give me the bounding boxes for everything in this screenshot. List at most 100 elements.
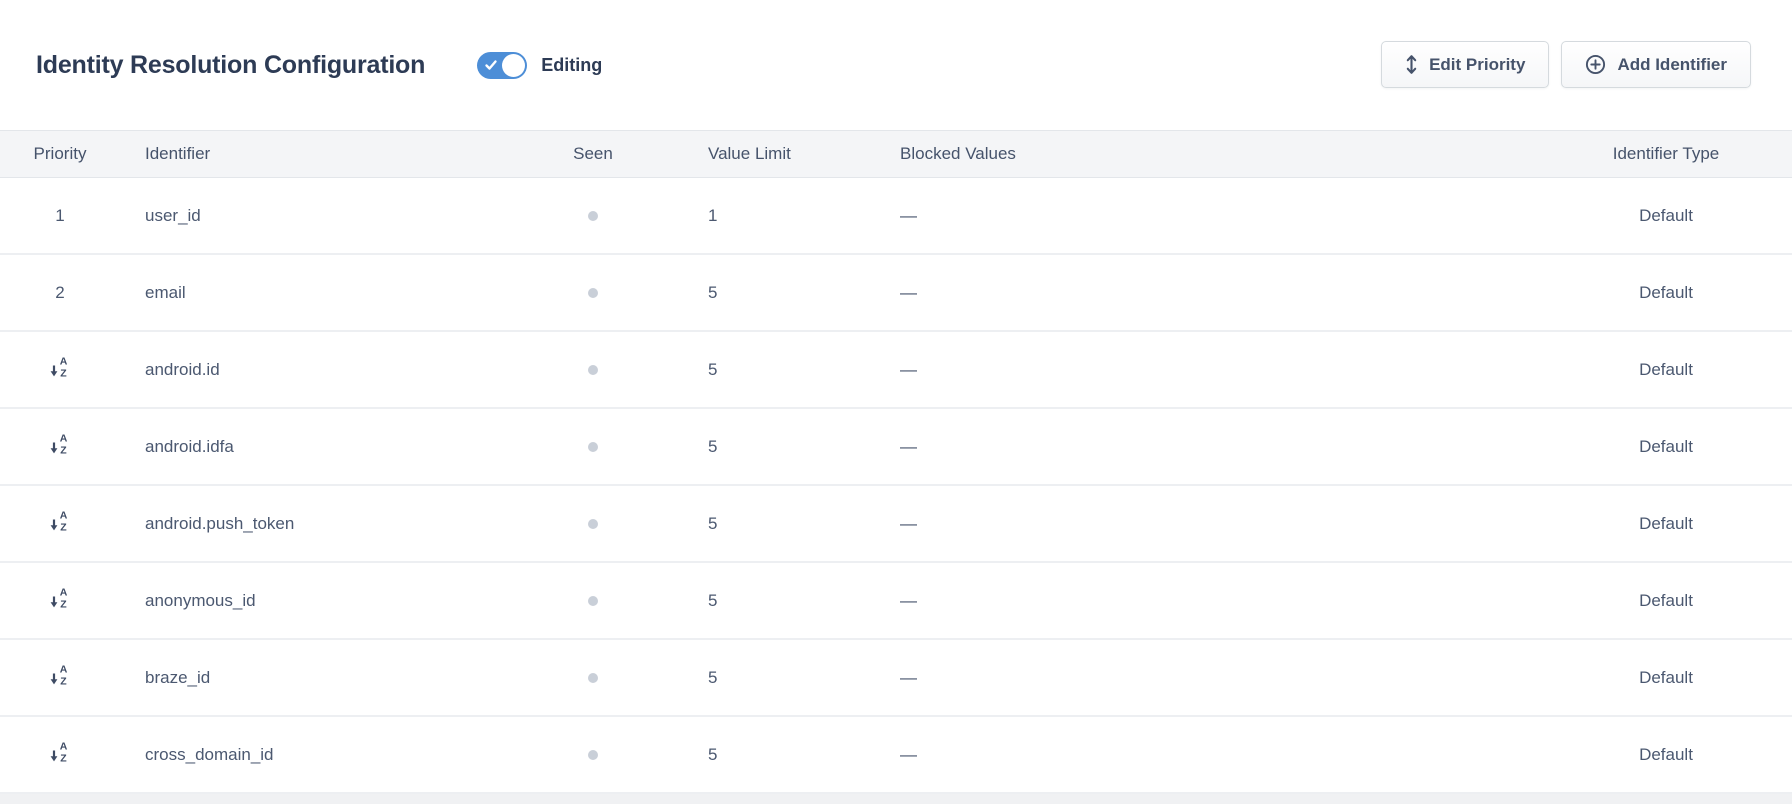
identifier-type-cell: Default — [1639, 360, 1693, 380]
column-header-blocked-values: Blocked Values — [821, 144, 1540, 164]
priority-cell: A Z — [49, 740, 71, 769]
page-header: Identity Resolution Configuration Editin… — [0, 0, 1792, 130]
seen-cell — [588, 519, 598, 529]
add-identifier-button[interactable]: Add Identifier — [1561, 41, 1751, 88]
identifier-type-cell: Default — [1639, 745, 1693, 765]
svg-text:Z: Z — [60, 676, 67, 688]
identifier-type-cell: Default — [1639, 591, 1693, 611]
table-row[interactable]: A Z android.idfa 5 — Default — [0, 409, 1792, 486]
seen-cell — [588, 750, 598, 760]
svg-text:A: A — [60, 741, 68, 753]
up-down-arrow-icon — [1405, 54, 1418, 75]
sort-alpha-descending-icon: A Z — [49, 586, 71, 610]
table-header: Priority Identifier Seen Value Limit Blo… — [0, 130, 1792, 178]
identifier-cell: android.push_token — [120, 514, 545, 534]
seen-cell — [588, 211, 598, 221]
blocked-values-cell: — — [821, 745, 1540, 765]
table-row[interactable]: A Z cross_domain_id 5 — Default — [0, 717, 1792, 794]
value-limit-cell: 5 — [641, 591, 821, 611]
seen-cell — [588, 442, 598, 452]
header-actions: Edit Priority Add Identifier — [1381, 41, 1751, 88]
value-limit-cell: 5 — [641, 668, 821, 688]
blocked-values-cell: — — [821, 514, 1540, 534]
svg-text:A: A — [60, 664, 68, 676]
table-row[interactable]: A Z braze_id 5 — Default — [0, 640, 1792, 717]
identifier-cell: anonymous_id — [120, 591, 545, 611]
column-header-seen: Seen — [573, 144, 613, 164]
identifier-cell: android.id — [120, 360, 545, 380]
identifier-cell: android.idfa — [120, 437, 545, 457]
column-header-priority: Priority — [34, 144, 87, 164]
svg-text:Z: Z — [60, 753, 67, 765]
value-limit-cell: 5 — [641, 360, 821, 380]
blocked-values-cell: — — [821, 283, 1540, 303]
identifier-type-cell: Default — [1639, 514, 1693, 534]
seen-dot-icon — [588, 596, 598, 606]
identifier-cell: user_id — [120, 206, 545, 226]
seen-dot-icon — [588, 673, 598, 683]
seen-dot-icon — [588, 211, 598, 221]
table-row[interactable]: 1 user_id 1 — Default — [0, 178, 1792, 255]
svg-text:Z: Z — [60, 599, 67, 611]
seen-cell — [588, 288, 598, 298]
priority-cell: A Z — [49, 586, 71, 615]
blocked-values-cell: — — [821, 206, 1540, 226]
table-footer-strip — [0, 794, 1792, 804]
column-header-identifier-type: Identifier Type — [1613, 144, 1719, 164]
editing-toggle[interactable] — [477, 52, 527, 79]
value-limit-cell: 5 — [641, 745, 821, 765]
seen-dot-icon — [588, 288, 598, 298]
priority-number: 2 — [55, 283, 64, 302]
table-row[interactable]: A Z android.id 5 — Default — [0, 332, 1792, 409]
priority-cell: 2 — [55, 283, 64, 303]
page-title: Identity Resolution Configuration — [36, 51, 425, 80]
identifiers-table: Priority Identifier Seen Value Limit Blo… — [0, 130, 1792, 804]
blocked-values-cell: — — [821, 668, 1540, 688]
add-identifier-label: Add Identifier — [1617, 55, 1727, 75]
priority-cell: 1 — [55, 206, 64, 226]
identifier-cell: braze_id — [120, 668, 545, 688]
priority-cell: A Z — [49, 509, 71, 538]
check-icon — [484, 58, 498, 72]
identifier-type-cell: Default — [1639, 668, 1693, 688]
table-body: 1 user_id 1 — Default 2 email 5 — Defaul… — [0, 178, 1792, 794]
priority-cell: A Z — [49, 432, 71, 461]
seen-cell — [588, 596, 598, 606]
edit-priority-label: Edit Priority — [1429, 55, 1525, 75]
svg-text:Z: Z — [60, 368, 67, 380]
sort-alpha-descending-icon: A Z — [49, 509, 71, 533]
priority-number: 1 — [55, 206, 64, 225]
identifier-type-cell: Default — [1639, 206, 1693, 226]
value-limit-cell: 5 — [641, 283, 821, 303]
sort-alpha-descending-icon: A Z — [49, 663, 71, 687]
svg-text:A: A — [60, 510, 68, 522]
blocked-values-cell: — — [821, 591, 1540, 611]
table-row[interactable]: A Z android.push_token 5 — Default — [0, 486, 1792, 563]
svg-text:A: A — [60, 356, 68, 368]
priority-cell: A Z — [49, 663, 71, 692]
svg-text:Z: Z — [60, 445, 67, 457]
sort-alpha-descending-icon: A Z — [49, 432, 71, 456]
blocked-values-cell: — — [821, 437, 1540, 457]
seen-dot-icon — [588, 365, 598, 375]
seen-cell — [588, 365, 598, 375]
editing-toggle-label: Editing — [541, 55, 602, 76]
identifier-type-cell: Default — [1639, 437, 1693, 457]
edit-priority-button[interactable]: Edit Priority — [1381, 41, 1549, 88]
seen-dot-icon — [588, 750, 598, 760]
toggle-knob[interactable] — [502, 54, 525, 77]
table-row[interactable]: 2 email 5 — Default — [0, 255, 1792, 332]
sort-alpha-descending-icon: A Z — [49, 355, 71, 379]
table-row[interactable]: A Z anonymous_id 5 — Default — [0, 563, 1792, 640]
seen-dot-icon — [588, 519, 598, 529]
column-header-identifier: Identifier — [120, 144, 545, 164]
identifier-cell: cross_domain_id — [120, 745, 545, 765]
value-limit-cell: 1 — [641, 206, 821, 226]
priority-cell: A Z — [49, 355, 71, 384]
seen-dot-icon — [588, 442, 598, 452]
svg-text:A: A — [60, 587, 68, 599]
sort-alpha-descending-icon: A Z — [49, 740, 71, 764]
value-limit-cell: 5 — [641, 437, 821, 457]
identifier-type-cell: Default — [1639, 283, 1693, 303]
column-header-value-limit: Value Limit — [641, 144, 821, 164]
